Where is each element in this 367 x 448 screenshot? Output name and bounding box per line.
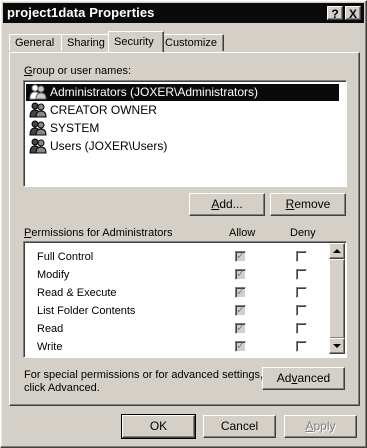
special-text-line2: click Advanced. — [24, 382, 100, 394]
user-group-icon — [28, 138, 48, 154]
help-button[interactable]: ? — [327, 6, 343, 21]
apply-button[interactable]: Apply — [284, 415, 357, 438]
allow-checkbox[interactable]: ✓ — [235, 269, 246, 280]
deny-checkbox[interactable] — [296, 323, 307, 334]
properties-dialog: project1data Properties ? X General Shar… — [0, 0, 367, 448]
deny-checkbox[interactable] — [296, 251, 307, 262]
advanced-label-prefix: Ad — [276, 371, 292, 385]
permission-name: Read & Execute — [37, 287, 117, 299]
tab-customize[interactable]: Customize — [159, 34, 224, 51]
user-name: CREATOR OWNER — [50, 103, 157, 117]
scroll-up-button[interactable] — [329, 243, 345, 259]
permission-name: Read — [37, 323, 64, 335]
tab-security[interactable]: Security — [108, 31, 164, 52]
tab-security-label: Security — [114, 36, 154, 48]
group-or-user-names-label: Group or user names: — [24, 65, 131, 77]
remove-accel: R — [285, 197, 295, 211]
tab-sharing-label: Sharing — [67, 37, 105, 49]
user-name: SYSTEM — [50, 121, 100, 135]
permission-row: Write ✓ — [24, 338, 324, 356]
advanced-button[interactable]: Advanced — [262, 367, 345, 390]
user-group-icon — [28, 120, 48, 136]
deny-checkbox[interactable] — [296, 287, 307, 298]
apply-accel: A — [305, 419, 314, 433]
allow-checkbox[interactable]: ✓ — [235, 305, 246, 316]
remove-label: emove — [294, 197, 331, 211]
advanced-label-rest: anced — [297, 371, 331, 385]
permission-row: List Folder Contents ✓ — [24, 302, 324, 320]
tab-customize-label: Customize — [165, 37, 217, 49]
tab-strip: General Sharing Security Customize — [9, 31, 361, 53]
security-tab-panel: Group or user names: Administrators (JOX… — [9, 52, 360, 406]
close-button[interactable]: X — [345, 6, 361, 21]
user-list-item[interactable]: SYSTEM — [26, 120, 339, 137]
deny-header: Deny — [290, 227, 316, 239]
add-label: dd... — [219, 197, 243, 211]
scroll-thumb[interactable] — [329, 259, 345, 339]
permissions-scrollbar[interactable] — [329, 243, 345, 354]
allow-checkbox[interactable]: ✓ — [235, 287, 246, 298]
user-list[interactable]: Administrators (JOXER\Administrators) CR… — [23, 80, 347, 187]
permission-row: Modify ✓ — [24, 266, 324, 284]
apply-label: pply — [313, 419, 336, 433]
deny-checkbox[interactable] — [296, 305, 307, 316]
permission-row: Read & Execute ✓ — [24, 284, 324, 302]
permissions-list[interactable]: Full Control ✓ Modify ✓ Read & Execute ✓… — [23, 241, 347, 358]
tab-sharing[interactable]: Sharing — [61, 34, 113, 51]
user-list-item[interactable]: CREATOR OWNER — [26, 102, 339, 119]
deny-checkbox[interactable] — [296, 269, 307, 280]
special-text-line1: For special permissions or for advanced … — [24, 369, 264, 381]
deny-checkbox[interactable] — [296, 341, 307, 352]
window-title: project1data Properties — [7, 5, 155, 20]
allow-checkbox[interactable]: ✓ — [235, 251, 246, 262]
tab-general-label: General — [15, 37, 55, 49]
title-bar[interactable]: project1data Properties ? X — [3, 3, 364, 23]
permission-name: Modify — [37, 269, 70, 281]
user-group-icon — [28, 84, 48, 100]
permission-name: Write — [37, 341, 63, 353]
user-list-item[interactable]: Administrators (JOXER\Administrators) — [26, 84, 339, 101]
scroll-down-button[interactable] — [329, 338, 345, 354]
tab-general[interactable]: General — [9, 34, 66, 51]
arrow-down-icon — [333, 344, 341, 348]
user-name: Administrators (JOXER\Administrators) — [50, 85, 259, 99]
permissions-label-text: ermissions for Administrators — [31, 227, 173, 239]
user-group-icon — [28, 102, 48, 118]
permission-name: Full Control — [37, 251, 94, 263]
allow-checkbox[interactable]: ✓ — [235, 323, 246, 334]
user-name: Users (JOXER\Users) — [50, 139, 168, 153]
ok-button[interactable]: OK — [121, 414, 196, 439]
special-permissions-text: For special permissions or for advanced … — [24, 369, 263, 395]
arrow-up-icon — [333, 249, 341, 253]
add-button[interactable]: Add... — [189, 193, 265, 216]
remove-button[interactable]: Remove — [270, 193, 346, 216]
group-label-accel: G — [24, 65, 33, 77]
permission-name: List Folder Contents — [37, 305, 136, 317]
permission-row: Full Control ✓ — [24, 248, 324, 266]
permissions-label: Permissions for Administrators — [24, 227, 173, 239]
permission-row: Read ✓ — [24, 320, 324, 338]
cancel-button[interactable]: Cancel — [203, 415, 276, 438]
allow-header: Allow — [229, 227, 256, 239]
allow-checkbox[interactable]: ✓ — [235, 341, 246, 352]
user-list-item[interactable]: Users (JOXER\Users) — [26, 138, 339, 155]
group-label-text: roup or user names: — [32, 65, 131, 77]
